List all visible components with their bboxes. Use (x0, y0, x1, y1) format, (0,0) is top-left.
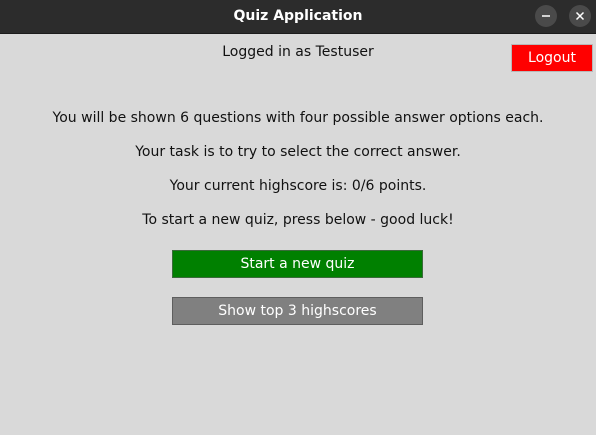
intro-questions-text: You will be shown 6 questions with four … (52, 110, 544, 126)
title-bar[interactable]: Quiz Application (0, 0, 596, 34)
logged-in-status: Logged in as Testuser (222, 44, 374, 60)
window-title: Quiz Application (233, 8, 363, 24)
app-window: Quiz Application Logged in as Testuser L… (0, 0, 596, 435)
start-instruction-text: To start a new quiz, press below - good … (142, 212, 454, 228)
logout-button[interactable]: Logout (511, 44, 593, 72)
main-content: Logged in as Testuser Logout You will be… (0, 34, 596, 435)
minimize-button[interactable] (535, 5, 557, 27)
show-highscores-button[interactable]: Show top 3 highscores (172, 297, 423, 325)
minimize-icon (542, 15, 550, 17)
close-icon (575, 11, 585, 21)
highscore-text: Your current highscore is: 0/6 points. (169, 178, 427, 194)
close-button[interactable] (569, 5, 591, 27)
start-quiz-button[interactable]: Start a new quiz (172, 250, 423, 278)
intro-task-text: Your task is to try to select the correc… (135, 144, 461, 160)
